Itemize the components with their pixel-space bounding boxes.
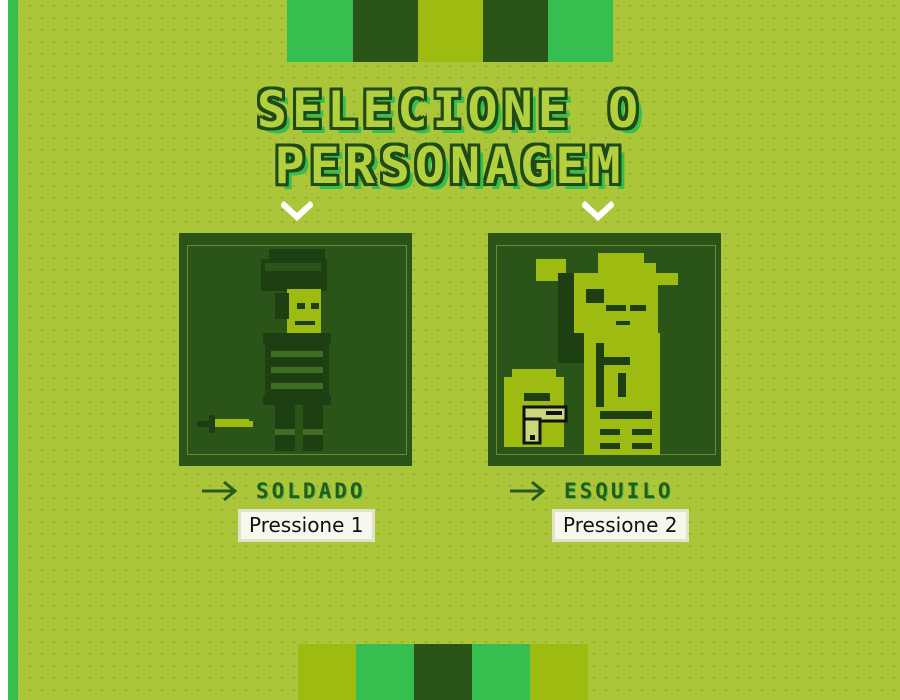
left-border-green (8, 0, 18, 700)
character-card-esquilo[interactable] (488, 233, 721, 466)
arrow-right-icon (510, 480, 546, 502)
press-2-prompt: Pressione 2 (552, 509, 689, 542)
title-line-1: SELECIONE O (256, 81, 644, 139)
character-label-esquilo: ESQUILO (508, 478, 674, 504)
chevron-down-icon (582, 200, 614, 222)
left-border-white (0, 0, 8, 700)
knife-icon (197, 415, 253, 433)
page-title: SELECIONE O PERSONAGEM (200, 82, 700, 194)
title-line-2: PERSONAGEM (274, 137, 626, 195)
bottom-color-stripe (298, 644, 588, 700)
character-name: ESQUILO (564, 479, 674, 503)
character-name: SOLDADO (256, 479, 366, 503)
press-1-prompt: Pressione 1 (238, 509, 375, 542)
arrow-right-icon (202, 480, 238, 502)
character-label-soldado: SOLDADO (200, 478, 366, 504)
chevron-down-icon (281, 200, 313, 222)
pistol-icon (522, 405, 568, 445)
top-color-stripe (287, 0, 613, 62)
character-card-soldado[interactable] (179, 233, 412, 466)
